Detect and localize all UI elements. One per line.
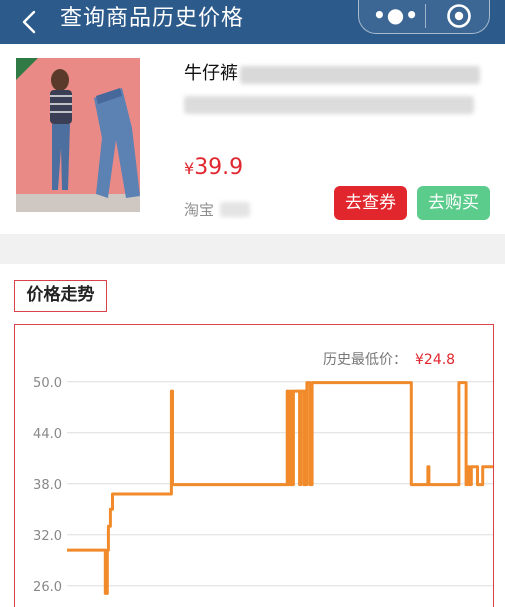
price-currency: ¥ <box>184 159 195 178</box>
capsule-divider <box>425 4 426 28</box>
lowest-price-label: 历史最低价： <box>323 352 407 368</box>
product-card[interactable]: 牛仔裤 ¥39.9 淘宝 去查券 去购买 <box>0 44 505 234</box>
blurred-product-name <box>240 66 480 84</box>
y-tick-label: 38.0 <box>33 478 62 493</box>
section-divider <box>0 234 505 264</box>
more-button[interactable]: •●• <box>373 4 418 28</box>
find-coupon-button[interactable]: 去查券 <box>334 186 407 220</box>
y-tick-label: 50.0 <box>33 376 62 391</box>
miniprogram-capsule: •●• <box>358 0 490 34</box>
blurred-shop-detail <box>220 202 250 217</box>
shop-name: 淘宝 <box>184 201 215 219</box>
price-chart-svg: 50.0 44.0 38.0 32.0 26.0 历史最低价： ¥24.8 <box>33 352 493 595</box>
lowest-price-value: ¥24.8 <box>415 352 455 368</box>
product-image[interactable] <box>16 58 140 212</box>
close-miniprogram-icon[interactable] <box>445 2 473 30</box>
blurred-product-name-line2 <box>184 96 474 114</box>
product-name: 牛仔裤 <box>184 63 238 84</box>
product-price: ¥39.9 <box>184 154 243 183</box>
y-tick-label: 26.0 <box>33 580 62 595</box>
back-icon[interactable] <box>14 8 44 36</box>
price-trend-chart: 50.0 44.0 38.0 32.0 26.0 历史最低价： ¥24.8 <box>14 324 494 607</box>
y-tick-label: 44.0 <box>33 427 62 442</box>
price-value: 39.9 <box>194 155 244 180</box>
price-trend-title: 价格走势 <box>14 280 107 312</box>
buy-button[interactable]: 去购买 <box>417 186 490 220</box>
price-line <box>67 381 493 595</box>
page-title: 查询商品历史价格 <box>60 6 245 31</box>
product-photo-illustration <box>16 58 140 212</box>
navigation-bar: 查询商品历史价格 •●• <box>0 0 505 44</box>
y-tick-label: 32.0 <box>33 529 62 544</box>
